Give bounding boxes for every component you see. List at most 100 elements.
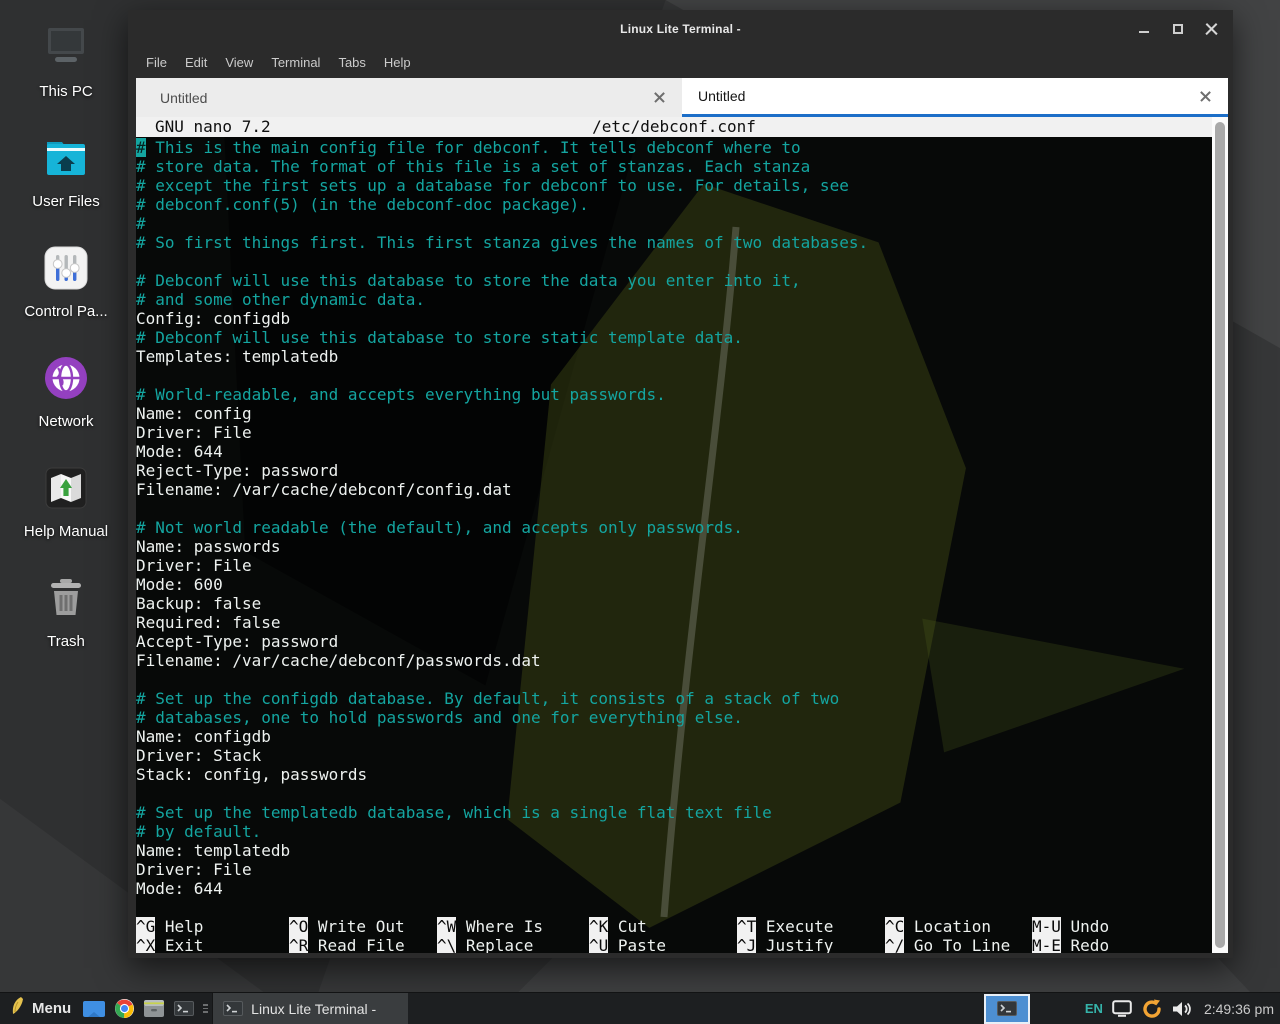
menu-item-edit[interactable]: Edit [176,50,216,75]
nano-shortcut: ^C Location [885,917,1010,936]
maximize-button[interactable] [1171,22,1185,36]
menu-item-file[interactable]: File [137,50,176,75]
tray-terminal-icon[interactable] [984,994,1030,1024]
nano-shortcut: M-U Undo [1032,917,1109,936]
tab-untitled-1[interactable]: Untitled [136,78,682,117]
nano-line: # Debconf will use this database to stor… [136,328,1212,347]
nano-line [136,366,1212,385]
nano-line: Name: configdb [136,727,1212,746]
desktop-icon-label: This PC [6,83,126,100]
manual-map-icon [42,464,90,512]
text-cursor: # [136,138,146,157]
menu-item-terminal[interactable]: Terminal [262,50,329,75]
menu-item-tabs[interactable]: Tabs [329,50,374,75]
nano-shortcut-column: ^O Write Out^R Read File [289,917,405,953]
nano-line: Filename: /var/cache/debconf/config.dat [136,480,1212,499]
nano-line [136,670,1212,689]
desktop-icon-label: Network [6,413,126,430]
nano-shortcut: ^X Exit [136,936,203,953]
desktop-icon-user-files[interactable]: User Files [6,134,126,210]
updates-tray-icon[interactable] [1141,998,1163,1020]
scrollbar[interactable] [1212,117,1228,953]
nano-line: # and some other dynamic data. [136,290,1212,309]
chrome-icon[interactable] [109,993,139,1024]
nano-shortcut: ^K Cut [589,917,666,936]
nano-line: # Not world readable (the default), and … [136,518,1212,537]
taskbar-window-button[interactable]: Linux Lite Terminal - [212,993,408,1024]
nano-line: Backup: false [136,594,1212,613]
menu-item-view[interactable]: View [216,50,262,75]
shortcut-key: M-E [1032,936,1061,953]
titlebar[interactable]: Linux Lite Terminal - [128,10,1233,47]
nano-line: # except the first sets up a database fo… [136,176,1212,195]
task-button-label: Linux Lite Terminal - [251,1001,376,1017]
terminal-launcher-icon[interactable] [169,993,199,1024]
tab-label: Untitled [698,88,745,104]
nano-line [136,499,1212,518]
nano-line: # Set up the templatedb database, which … [136,803,1212,822]
file-manager-icon[interactable] [139,993,169,1024]
close-button[interactable] [1205,22,1219,36]
nano-shortcut: ^J Justify [737,936,833,953]
nano-titlebar: /etc/debconf.conf GNU nano 7.2 [136,117,1212,137]
desktop-icon-label: User Files [6,193,126,210]
start-menu-button[interactable]: Menu [0,993,79,1024]
shortcut-label: Undo [1061,917,1109,936]
desktop-icon-control-panel[interactable]: Control Pa... [6,244,126,320]
terminal-task-icon [223,1001,243,1016]
show-desktop-icon[interactable] [79,993,109,1024]
nano-line: # debconf.conf(5) (in the debconf-doc pa… [136,195,1212,214]
nano-line: # This is the main config file for debco… [136,138,1212,157]
window-title: Linux Lite Terminal - [620,22,741,36]
nano-shortcut: ^W Where Is [437,917,543,936]
sliders-icon [42,244,90,292]
display-tray-icon[interactable] [1112,1000,1132,1017]
nano-line: Mode: 644 [136,879,1212,898]
shortcut-label: Go To Line [904,936,1010,953]
nano-line: Driver: File [136,423,1212,442]
nano-editor: /etc/debconf.conf GNU nano 7.2 # This is… [136,117,1212,953]
desktop-icon-network[interactable]: Network [6,354,126,430]
minimize-button[interactable] [1137,22,1151,36]
tab-untitled-2[interactable]: Untitled [682,78,1228,117]
nano-line: Templates: templatedb [136,347,1212,366]
desktop-icon-help-manual[interactable]: Help Manual [6,464,126,540]
desktop-icon-this-pc[interactable]: This PC [6,24,126,100]
nano-line: Required: false [136,613,1212,632]
keyboard-layout-indicator[interactable]: EN [1085,1001,1103,1016]
tab-close-icon[interactable] [1199,90,1212,103]
desktop-icon-label: Help Manual [6,523,126,540]
terminal-window: Linux Lite Terminal - FileEditViewTermin… [128,10,1233,958]
tasklist-handle[interactable] [201,993,210,1024]
nano-shortcut: ^/ Go To Line [885,936,1010,953]
shortcut-key: ^X [136,936,155,953]
shortcut-key: ^W [437,917,456,936]
shortcut-key: ^O [289,917,308,936]
nano-line: Reject-Type: password [136,461,1212,480]
home-folder-icon [40,134,92,182]
shortcut-label: Justify [756,936,833,953]
terminal-screen[interactable]: /etc/debconf.conf GNU nano 7.2 # This is… [136,117,1228,953]
tab-close-icon[interactable] [653,91,666,104]
nano-line: Mode: 644 [136,442,1212,461]
nano-line: # Set up the configdb database. By defau… [136,689,1212,708]
globe-icon [42,354,90,402]
nano-line: # Debconf will use this database to stor… [136,271,1212,290]
scrollbar-thumb[interactable] [1215,122,1225,948]
nano-filename: /etc/debconf.conf [136,117,1212,137]
desktop-icon-trash[interactable]: Trash [6,574,126,650]
menu-item-help[interactable]: Help [375,50,420,75]
nano-line: Driver: File [136,556,1212,575]
shortcut-key: ^U [589,936,608,953]
linux-lite-logo-icon [10,996,25,1021]
volume-icon[interactable] [1172,1001,1191,1017]
shortcut-key: ^J [737,936,756,953]
nano-line: Accept-Type: password [136,632,1212,651]
shortcut-key: M-U [1032,917,1061,936]
desktop-icon-label: Control Pa... [6,303,126,320]
nano-line: # by default. [136,822,1212,841]
shortcut-key: ^C [885,917,904,936]
shortcut-label: Location [904,917,991,936]
nano-shortcut: M-E Redo [1032,936,1109,953]
shortcut-label: Replace [456,936,533,953]
